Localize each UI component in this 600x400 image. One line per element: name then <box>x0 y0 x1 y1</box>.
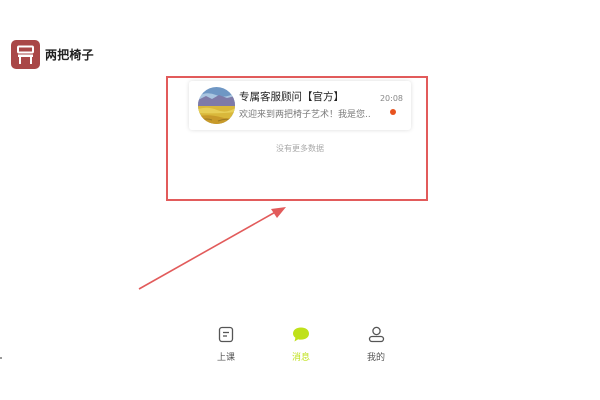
tab-profile[interactable]: 我的 <box>356 326 396 363</box>
profile-icon <box>368 326 385 347</box>
edge-mark <box>0 357 2 359</box>
tab-profile-label: 我的 <box>366 353 385 363</box>
tab-message-label: 消息 <box>291 353 310 363</box>
tab-lesson-label: 上课 <box>216 353 235 363</box>
message-icon <box>292 326 310 347</box>
lesson-icon <box>218 326 234 347</box>
tab-lesson[interactable]: 上课 <box>206 326 246 363</box>
tab-message[interactable]: 消息 <box>281 326 321 363</box>
